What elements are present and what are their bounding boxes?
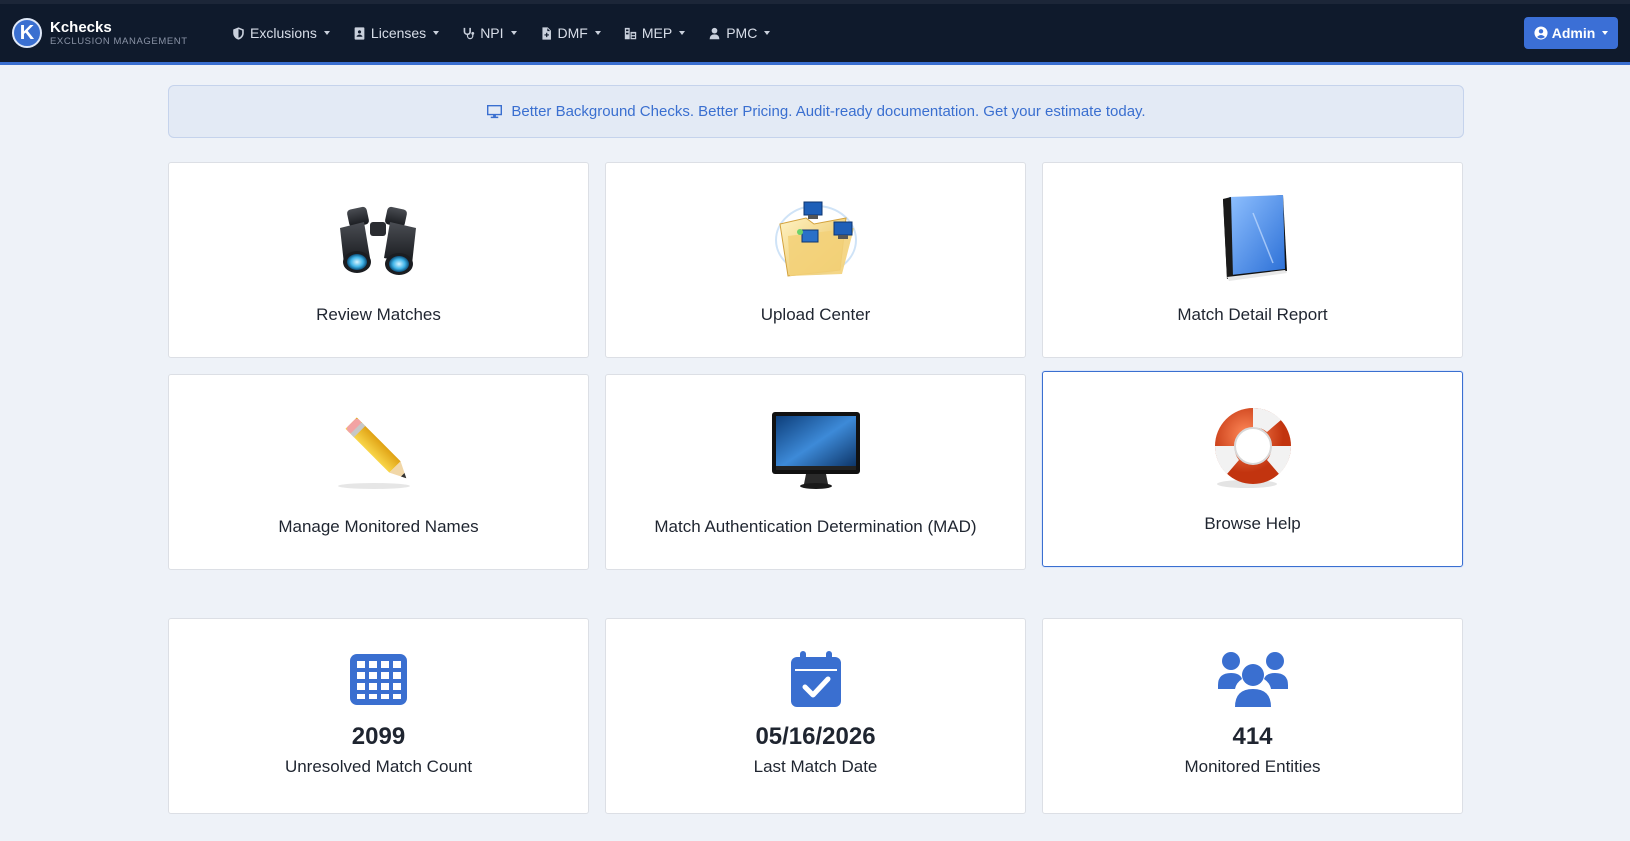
lifebuoy-icon — [1205, 402, 1301, 492]
caret-down-icon — [679, 31, 686, 35]
review-matches-card[interactable]: Review Matches — [168, 162, 589, 358]
last-match-date-stat: 05/16/2026 Last Match Date — [605, 618, 1026, 814]
stat-label: Monitored Entities — [1184, 757, 1321, 776]
main-nav: Exclusions Licenses NPI DMF MEP PMC — [232, 25, 793, 41]
stat-label: Unresolved Match Count — [284, 757, 473, 776]
manage-monitored-names-card[interactable]: Manage Monitored Names — [168, 374, 589, 570]
brand[interactable]: K Kchecks EXCLUSION MANAGEMENT — [12, 18, 208, 48]
brand-name: Kchecks — [50, 18, 112, 36]
nav-mep[interactable]: MEP — [624, 25, 686, 41]
card-label: Match Authentication Determination (MAD) — [654, 517, 977, 536]
users-icon — [1217, 651, 1288, 707]
top-navbar: K Kchecks EXCLUSION MANAGEMENT Exclusion… — [0, 0, 1630, 65]
nav-label: MEP — [641, 25, 673, 41]
caret-down-icon — [764, 31, 771, 35]
shield-icon — [233, 26, 244, 40]
network-folder-icon — [768, 193, 864, 283]
nav-npi[interactable]: NPI — [462, 25, 517, 41]
nav-label: Exclusions — [250, 25, 317, 41]
card-label: Manage Monitored Names — [278, 517, 479, 536]
stat-value: 05/16/2026 — [755, 723, 876, 750]
caret-down-icon — [433, 31, 440, 35]
caret-down-icon — [510, 31, 517, 35]
monitored-entities-stat: 414 Monitored Entities — [1042, 618, 1463, 814]
pencil-icon — [331, 405, 427, 495]
banner-text: Better Background Checks. Better Pricing… — [511, 103, 1146, 120]
nav-pmc[interactable]: PMC — [708, 25, 771, 41]
user-circle-icon — [1534, 26, 1548, 40]
nav-dmf[interactable]: DMF — [540, 25, 601, 41]
binoculars-icon — [331, 193, 427, 283]
admin-menu-button[interactable]: Admin — [1524, 17, 1618, 49]
calendar-grid-icon — [350, 651, 407, 707]
card-label: Upload Center — [760, 305, 871, 324]
card-label: Match Detail Report — [1177, 305, 1328, 324]
nav-label: PMC — [726, 25, 758, 41]
users-gear-icon — [624, 27, 637, 39]
nav-label: DMF — [557, 25, 588, 41]
caret-down-icon — [1602, 31, 1609, 35]
card-label: Review Matches — [316, 305, 441, 324]
calendar-check-icon — [790, 651, 841, 707]
file-icon — [541, 26, 551, 40]
promo-banner[interactable]: Better Background Checks. Better Pricing… — [168, 85, 1464, 138]
monitor-display-icon — [768, 405, 864, 495]
caret-down-icon — [323, 31, 330, 35]
stethoscope-icon — [463, 27, 475, 39]
nav-label: NPI — [480, 25, 504, 41]
monitor-icon — [487, 104, 503, 119]
stat-label: Last Match Date — [753, 757, 878, 776]
match-detail-report-card[interactable]: Match Detail Report — [1042, 162, 1463, 358]
stat-value: 2099 — [351, 723, 406, 750]
card-label: Browse Help — [1204, 514, 1301, 533]
unresolved-match-count-stat: 2099 Unresolved Match Count — [168, 618, 589, 814]
id-badge-icon — [354, 26, 365, 40]
upload-center-card[interactable]: Upload Center — [605, 162, 1026, 358]
nav-label: Licenses — [370, 25, 427, 41]
user-icon — [709, 27, 720, 39]
admin-label: Admin — [1551, 25, 1596, 41]
mad-card[interactable]: Match Authentication Determination (MAD) — [605, 374, 1026, 570]
book-icon — [1205, 193, 1301, 283]
nav-exclusions[interactable]: Exclusions — [232, 25, 330, 41]
brand-logo: K — [12, 18, 42, 48]
brand-subtitle: EXCLUSION MANAGEMENT — [50, 35, 188, 47]
nav-licenses[interactable]: Licenses — [353, 25, 440, 41]
stat-value: 414 — [1232, 723, 1273, 750]
browse-help-card[interactable]: Browse Help — [1042, 371, 1463, 567]
caret-down-icon — [594, 31, 601, 35]
